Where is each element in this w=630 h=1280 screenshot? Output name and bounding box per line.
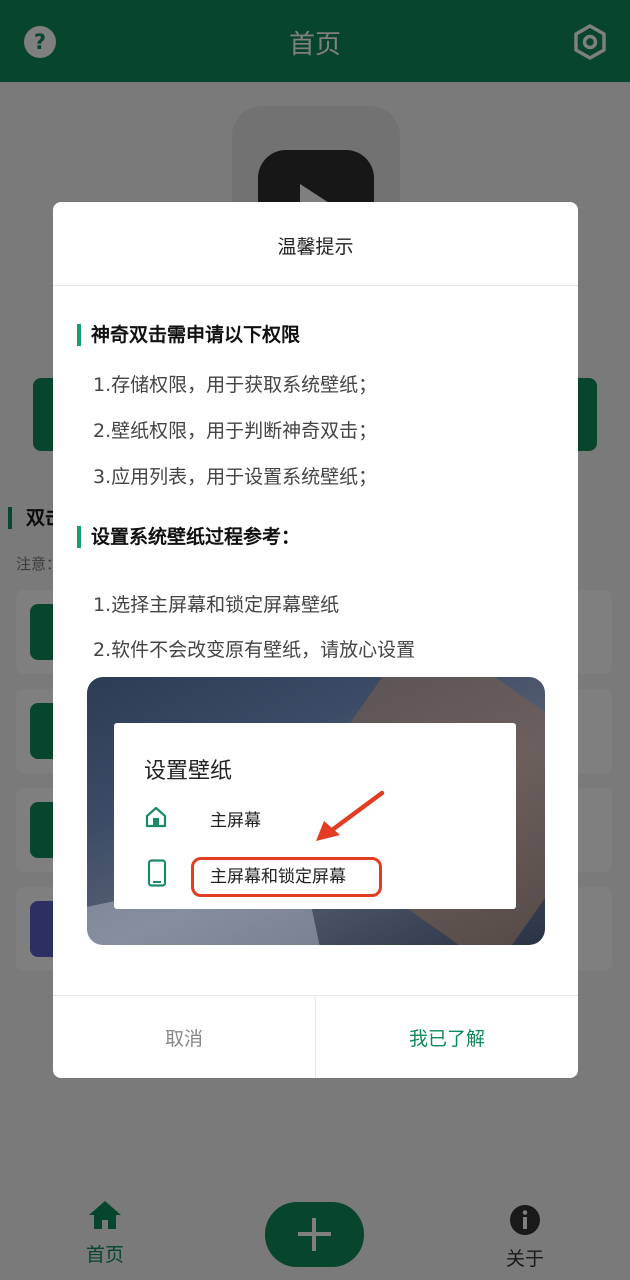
highlight-box bbox=[191, 857, 382, 897]
process-heading: 设置系统壁纸过程参考： bbox=[77, 526, 300, 548]
mock-option-home: 主屏幕 bbox=[144, 803, 444, 833]
permission-dialog: 温馨提示 神奇双击需申请以下权限 1.存储权限，用于获取系统壁纸； 2.壁纸权限… bbox=[53, 202, 578, 1078]
divider bbox=[53, 285, 578, 286]
permission-item: 1.存储权限，用于获取系统壁纸； bbox=[93, 374, 378, 396]
phone-icon bbox=[147, 859, 167, 887]
confirm-button[interactable]: 我已了解 bbox=[316, 996, 578, 1078]
mock-option-home-label: 主屏幕 bbox=[210, 811, 261, 831]
step-item: 2.软件不会改变原有壁纸，请放心设置 bbox=[93, 639, 416, 661]
mock-title: 设置壁纸 bbox=[144, 759, 233, 784]
wallpaper-guide-image: 设置壁纸 主屏幕 主屏幕和锁定屏幕 bbox=[87, 677, 545, 945]
cancel-button[interactable]: 取消 bbox=[53, 996, 315, 1078]
step-item: 1.选择主屏幕和锁定屏幕壁纸 bbox=[93, 594, 340, 616]
home-icon bbox=[145, 806, 167, 828]
arrow-icon bbox=[316, 790, 385, 841]
wallpaper-dialog-mock: 设置壁纸 主屏幕 主屏幕和锁定屏幕 bbox=[114, 723, 516, 909]
permission-item: 3.应用列表，用于设置系统壁纸； bbox=[93, 466, 378, 488]
dialog-title: 温馨提示 bbox=[277, 236, 354, 258]
permission-item: 2.壁纸权限，用于判断神奇双击； bbox=[93, 420, 378, 442]
permissions-heading: 神奇双击需申请以下权限 bbox=[77, 324, 300, 346]
